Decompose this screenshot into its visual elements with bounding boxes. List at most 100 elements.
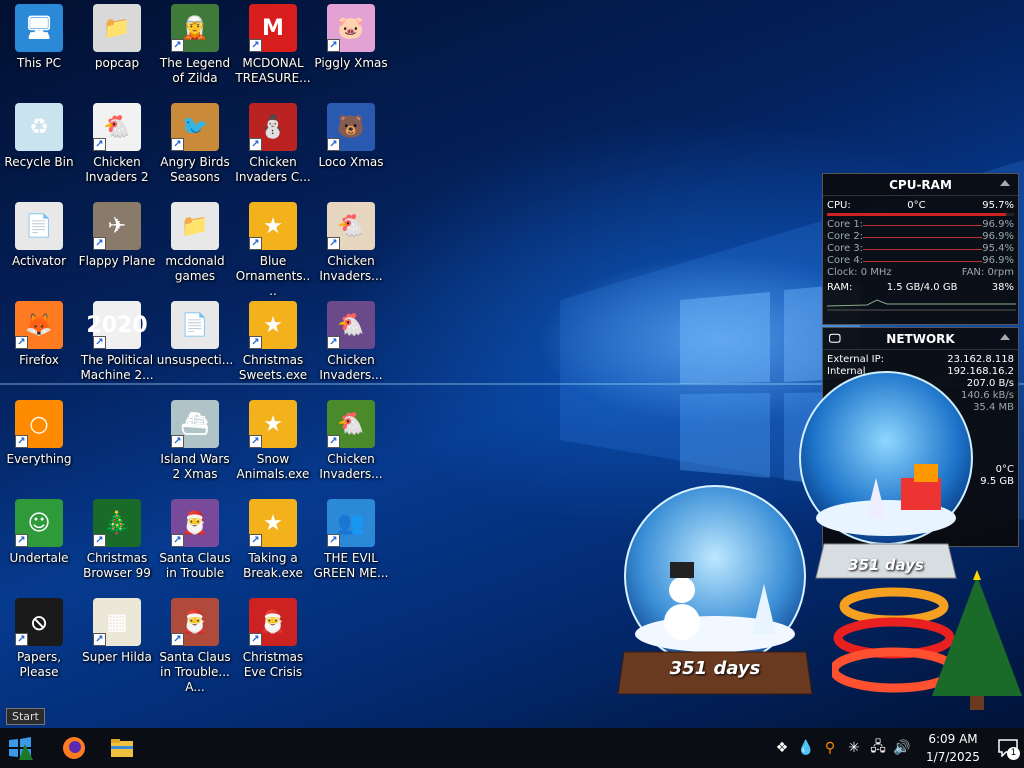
firefox-taskbar-button[interactable]	[54, 728, 94, 768]
colorful-app-icon[interactable]: ❖	[770, 740, 794, 756]
desktop-icon-label: Chicken Invaders...	[319, 254, 383, 283]
desktop-icon[interactable]: ⛄ ↗ Chicken Invaders C...	[234, 99, 312, 195]
snow-globe-gadget-right[interactable]: 351 days	[796, 368, 976, 590]
desktop-icon-label: MCDONAL TREASURE...	[235, 56, 311, 85]
desktop-icon[interactable]: ☺ ↗ Undertale	[0, 495, 78, 591]
clock-readout: Clock: 0 MHz	[827, 267, 892, 278]
desktop-icon[interactable]: 👥 ↗ THE EVIL GREEN ME...	[312, 495, 390, 591]
snowflake-icon[interactable]: ✳	[842, 740, 866, 756]
desktop-icon[interactable]: 🎅 ↗ Santa Claus in Trouble	[156, 495, 234, 591]
desktop-icon[interactable]: ▦ ↗ Super Hilda	[78, 594, 156, 690]
shortcut-arrow-icon: ↗	[171, 39, 184, 52]
shortcut-arrow-icon: ↗	[171, 435, 184, 448]
desktop-icon[interactable]: 🦊 ↗ Firefox	[0, 297, 78, 393]
app-icon: 🎅 ↗	[171, 499, 219, 547]
desktop-icon-label: Chicken Invaders...	[319, 353, 383, 382]
desktop-icon-label: Recycle Bin	[4, 155, 74, 169]
desktop-icon[interactable]: ✈ ↗ Flappy Plane	[78, 198, 156, 294]
desktop-icon[interactable]: 🧝 ↗ The Legend of Zilda	[156, 0, 234, 96]
desktop-icon-label: Undertale	[9, 551, 69, 565]
app-icon: 🐔 ↗	[93, 103, 141, 151]
snow-globe-gadget-left[interactable]: 351 days	[612, 484, 818, 706]
ram-graph	[826, 299, 1016, 311]
shortcut-arrow-icon: ↗	[249, 633, 262, 646]
file-explorer-taskbar-button[interactable]	[102, 728, 142, 768]
desktop-icon-label: Angry Birds Seasons	[160, 155, 230, 184]
shortcut-arrow-icon: ↗	[93, 633, 106, 646]
shortcut-arrow-icon: ↗	[171, 633, 184, 646]
ram-label: RAM:	[827, 282, 853, 293]
app-icon: 🎅 ↗	[249, 598, 297, 646]
desktop-icon[interactable]: ♻ Recycle Bin	[0, 99, 78, 195]
desktop-icon-label: Piggly Xmas	[314, 56, 388, 70]
core-label: Core 2:	[827, 231, 864, 242]
desktop-icon[interactable]: 📄 unsuspecti...	[156, 297, 234, 393]
app-icon: ★ ↗	[249, 202, 297, 250]
app-icon: ⛴ ↗	[171, 400, 219, 448]
desktop-icon[interactable]: 📄 Activator	[0, 198, 78, 294]
shortcut-arrow-icon: ↗	[15, 534, 28, 547]
shortcut-arrow-icon: ↗	[93, 534, 106, 547]
app-icon: 🐦 ↗	[171, 103, 219, 151]
cpu-ram-gadget[interactable]: CPU-RAM CPU: 0°C 95.7% Core 1: 96.9% Core 2:…	[822, 173, 1019, 325]
core-bar	[863, 237, 982, 238]
app-icon: 🐷 ↗	[327, 4, 375, 52]
app-icon: 🐔 ↗	[327, 301, 375, 349]
desktop-icon-label: Blue Ornaments....	[235, 254, 311, 298]
drive-size: 9.5 GB	[980, 476, 1014, 487]
desktop-icon[interactable]: M ↗ MCDONAL TREASURE...	[234, 0, 312, 96]
core-row: Core 4: 96.9%	[823, 255, 1018, 267]
ram-value: 1.5 GB/4.0 GB	[886, 282, 958, 293]
shortcut-arrow-icon: ↗	[93, 336, 106, 349]
desktop-icon[interactable]: ★ ↗ Blue Ornaments....	[234, 198, 312, 298]
notification-center-button[interactable]: 1	[992, 728, 1024, 768]
shortcut-arrow-icon: ↗	[327, 39, 340, 52]
desktop-icon[interactable]: 🐔 ↗ Chicken Invaders...	[312, 198, 390, 294]
desktop-icon[interactable]: 🐻 ↗ Loco Xmas	[312, 99, 390, 195]
desktop-icon-label: Snow Animals.exe	[236, 452, 310, 481]
app-icon: M ↗	[249, 4, 297, 52]
desktop-icon[interactable]: ★ ↗ Snow Animals.exe	[234, 396, 312, 492]
shortcut-arrow-icon: ↗	[171, 138, 184, 151]
droplet-icon[interactable]: 💧	[794, 740, 818, 756]
desktop-icon[interactable]: 📁 mcdonald games	[156, 198, 234, 294]
desktop-icon[interactable]: 🎅 ↗ Christmas Eve Crisis	[234, 594, 312, 690]
desktop-icon[interactable]: 🎄 ↗ Christmas Browser 99	[78, 495, 156, 591]
desktop-icon-label: mcdonald games	[165, 254, 225, 283]
desktop-icon-label: THE EVIL GREEN ME...	[313, 551, 389, 580]
desktop-icon[interactable]: 🐔 ↗ Chicken Invaders...	[312, 297, 390, 393]
collapse-icon[interactable]	[1000, 180, 1010, 186]
collapse-icon[interactable]	[1000, 334, 1010, 340]
clock-date: 1/7/2025	[926, 750, 980, 764]
shortcut-arrow-icon: ↗	[249, 138, 262, 151]
app-icon: ○ ↗	[15, 400, 63, 448]
app-icon: 📁	[171, 202, 219, 250]
desktop-icon[interactable]: 🐦 ↗ Angry Birds Seasons	[156, 99, 234, 195]
cpu-label: CPU:	[827, 200, 851, 211]
desktop-icon[interactable]: ⛴ ↗ Island Wars 2 Xmas	[156, 396, 234, 492]
desktop-icon-label: Island Wars 2 Xmas	[160, 452, 230, 481]
desktop-icon[interactable]: ★ ↗ Taking a Break.exe	[234, 495, 312, 591]
search-icon[interactable]: ⚲	[818, 740, 842, 756]
volume-icon[interactable]: 🔊	[890, 740, 914, 756]
desktop-icon[interactable]: 🖥 This PC	[0, 0, 78, 96]
desktop-icon[interactable]: 📁 popcap	[78, 0, 156, 96]
desktop-icon[interactable]: 🐔 ↗ Chicken Invaders 2	[78, 99, 156, 195]
clock[interactable]: 6:09 AM 1/7/2025	[914, 730, 992, 766]
network-icon[interactable]: 🖧	[866, 736, 890, 760]
desktop-icon[interactable]: ⦸ ↗ Papers, Please	[0, 594, 78, 690]
desktop-icon[interactable]: 2020 ↗ The Political Machine 2...	[78, 297, 156, 393]
start-button[interactable]	[0, 728, 40, 768]
desktop-icon[interactable]: 🐷 ↗ Piggly Xmas	[312, 0, 390, 96]
cpu-percent: 95.7%	[982, 200, 1014, 211]
desktop-icon[interactable]: 🎅 ↗ Santa Claus in Trouble... A...	[156, 594, 234, 694]
desktop-icon[interactable]: ★ ↗ Christmas Sweets.exe	[234, 297, 312, 393]
christmas-tree-gadget[interactable]	[829, 566, 1022, 716]
desktop-icon-label: The Political Machine 2...	[80, 353, 154, 382]
desktop-icon-label: Chicken Invaders...	[319, 452, 383, 481]
desktop-icon[interactable]: 🐔 ↗ Chicken Invaders...	[312, 396, 390, 492]
desktop-icon[interactable]: ○ ↗ Everything	[0, 396, 78, 492]
app-icon: ☺ ↗	[15, 499, 63, 547]
shortcut-arrow-icon: ↗	[93, 237, 106, 250]
core-list: Core 1: 96.9% Core 2: 96.9% Core 3: 95.4% Core…	[823, 219, 1018, 267]
